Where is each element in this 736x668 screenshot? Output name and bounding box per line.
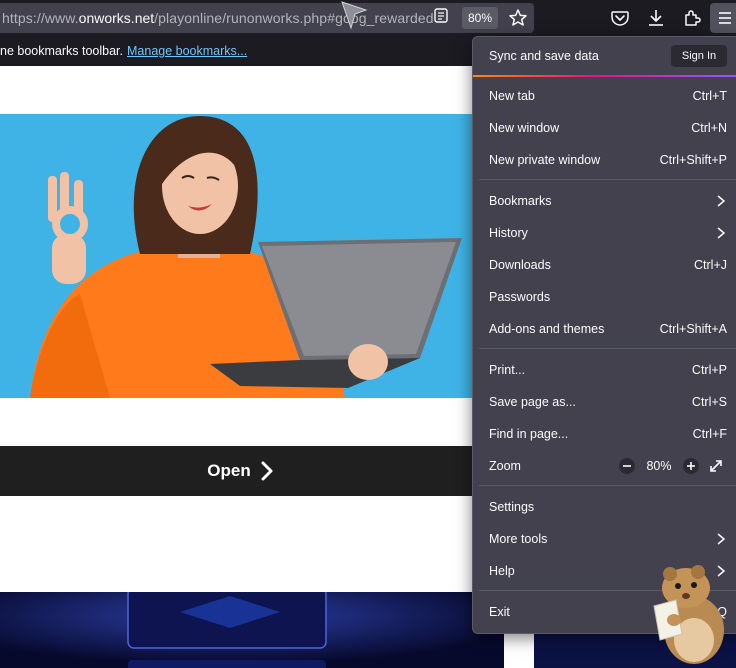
url-domain: onworks.net xyxy=(78,10,155,26)
menu-item-shortcut: Ctrl+Shift+P xyxy=(659,153,727,167)
fullscreen-icon xyxy=(710,460,722,472)
menu-item-downloads[interactable]: Downloads Ctrl+J xyxy=(473,249,736,281)
menu-item-label: Print... xyxy=(489,363,526,377)
menu-item-shortcut: Ctrl+Shift+A xyxy=(659,322,727,336)
menu-item-shortcut: Ctrl+N xyxy=(691,121,727,135)
manage-bookmarks-link[interactable]: Manage bookmarks... xyxy=(127,44,247,58)
menu-item-label: New window xyxy=(489,121,560,135)
sign-in-button[interactable]: Sign In xyxy=(671,45,727,67)
sync-row[interactable]: Sync and save data Sign In xyxy=(473,37,736,75)
zoom-controls: 80% xyxy=(619,454,727,478)
menu-item-more-tools[interactable]: More tools xyxy=(473,523,736,555)
menu-item-label: Exit xyxy=(489,605,510,619)
navigation-toolbar: https://www. onworks.net/playonline/runon… xyxy=(0,0,736,36)
hamburger-menu-icon xyxy=(719,12,731,24)
bookmarks-hint-text: ne bookmarks toolbar. xyxy=(0,44,123,58)
menu-item-label: More tools xyxy=(489,532,548,546)
menu-item-label: Find in page... xyxy=(489,427,569,441)
hamster-mascot-icon xyxy=(653,565,724,664)
chevron-right-icon xyxy=(717,533,725,545)
menu-item-find-in-page[interactable]: Find in page... Ctrl+F xyxy=(473,418,736,450)
menu-item-shortcut: Ctrl+T xyxy=(692,89,727,103)
hero-image xyxy=(0,114,480,398)
menu-item-passwords[interactable]: Passwords xyxy=(473,281,736,313)
menu-item-label: History xyxy=(489,226,528,240)
menu-item-bookmarks[interactable]: Bookmarks xyxy=(473,185,736,217)
zoom-reset-badge[interactable]: 80% xyxy=(462,7,498,29)
chevron-right-icon xyxy=(717,227,725,239)
menu-item-new-window[interactable]: New window Ctrl+N xyxy=(473,112,736,144)
menu-item-label: Passwords xyxy=(489,290,551,304)
zoom-in-icon xyxy=(687,462,695,470)
open-button[interactable]: Open xyxy=(0,446,480,496)
menu-separator xyxy=(479,485,736,486)
menu-item-label: New private window xyxy=(489,153,601,167)
menu-item-history[interactable]: History xyxy=(473,217,736,249)
menu-item-label: Downloads xyxy=(489,258,551,272)
open-application-menu-button[interactable] xyxy=(710,3,736,33)
pocket-icon[interactable] xyxy=(609,7,631,29)
menu-item-label: Add-ons and themes xyxy=(489,322,605,336)
menu-item-save-page-as[interactable]: Save page as... Ctrl+S xyxy=(473,386,736,418)
chevron-right-icon xyxy=(717,195,725,207)
address-bar[interactable]: https://www. onworks.net/playonline/runon… xyxy=(0,3,534,33)
zoom-level-value[interactable]: 80% xyxy=(635,459,683,473)
downloads-icon[interactable] xyxy=(645,7,667,29)
zoom-out-button[interactable] xyxy=(619,458,635,474)
zoom-out-icon xyxy=(623,465,631,467)
menu-separator xyxy=(479,348,736,349)
menu-item-shortcut: Ctrl+P xyxy=(691,363,727,377)
zoom-in-button[interactable] xyxy=(683,458,699,474)
mouse-cursor-icon xyxy=(341,1,368,30)
sync-accent-line xyxy=(473,75,736,77)
menu-item-new-tab[interactable]: New tab Ctrl+T xyxy=(473,80,736,112)
menu-item-zoom: Zoom 80% xyxy=(473,450,736,482)
sync-label: Sync and save data xyxy=(489,49,599,63)
bookmark-star-icon[interactable] xyxy=(508,8,528,28)
menu-item-label: New tab xyxy=(489,89,535,103)
menu-item-shortcut: Ctrl+S xyxy=(691,395,727,409)
menu-separator xyxy=(479,179,736,180)
reader-view-icon[interactable] xyxy=(434,8,448,23)
menu-item-label: Save page as... xyxy=(489,395,576,409)
menu-item-shortcut: Ctrl+F xyxy=(692,427,727,441)
url-prefix: https://www. xyxy=(2,10,79,26)
menu-item-label: Bookmarks xyxy=(489,194,552,208)
promo-banner-image xyxy=(0,592,504,668)
application-menu-panel: Sync and save data Sign In New tab Ctrl+… xyxy=(472,36,736,634)
menu-item-new-private-window[interactable]: New private window Ctrl+Shift+P xyxy=(473,144,736,176)
menu-item-shortcut: Ctrl+J xyxy=(694,258,727,272)
menu-item-print[interactable]: Print... Ctrl+P xyxy=(473,354,736,386)
open-button-label: Open xyxy=(207,461,251,480)
url-path: /playonline/runonworks.php#goog_rewarded xyxy=(154,10,434,26)
extensions-icon[interactable] xyxy=(681,7,703,29)
fullscreen-button[interactable] xyxy=(705,455,727,477)
menu-item-label: Zoom xyxy=(489,459,521,473)
menu-item-settings[interactable]: Settings xyxy=(473,491,736,523)
menu-item-addons-and-themes[interactable]: Add-ons and themes Ctrl+Shift+A xyxy=(473,313,736,345)
menu-item-label: Settings xyxy=(489,500,535,514)
menu-item-label: Help xyxy=(489,564,515,578)
chevron-right-icon xyxy=(261,461,273,481)
